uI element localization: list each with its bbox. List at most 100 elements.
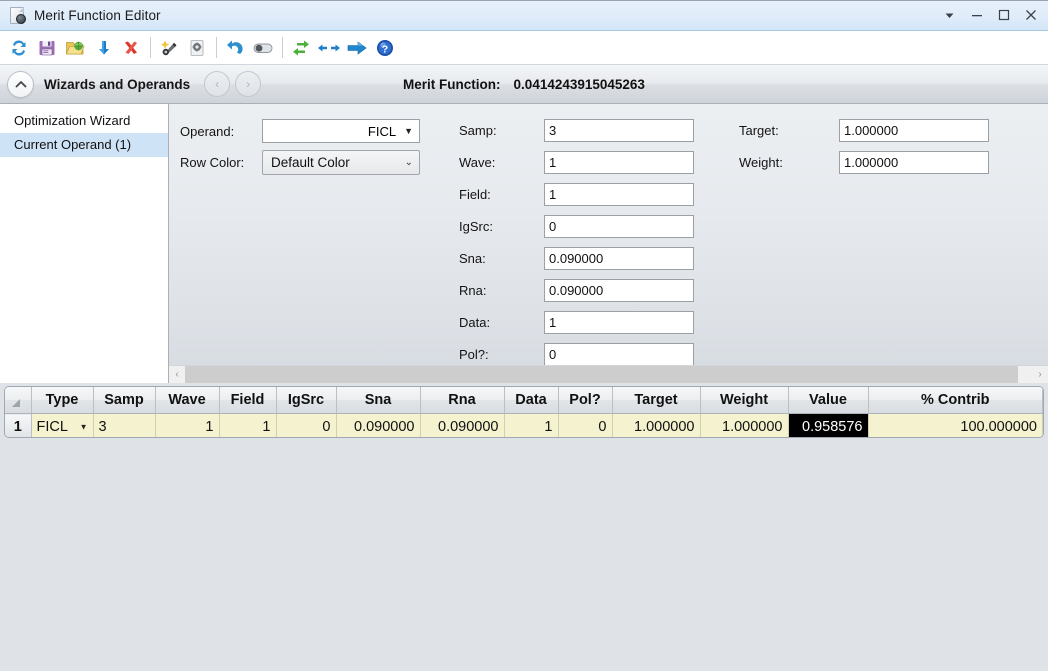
chevron-down-icon: ⌄ [404,157,413,168]
column-header-sna[interactable]: Sna [336,387,421,414]
wave-input[interactable] [544,151,694,174]
chevron-down-icon: ▼ [404,126,413,136]
cell-value-selected[interactable]: 0.958576 [788,413,869,437]
delete-row-icon[interactable] [118,35,144,61]
window-menu-dropdown-icon[interactable] [936,2,963,28]
rna-input[interactable] [544,279,694,302]
pol-row: Pol?: [459,343,694,366]
weight-label: Weight: [739,155,783,170]
data-input[interactable] [544,311,694,334]
toolbar-separator [216,37,217,58]
pol-input[interactable] [544,343,694,366]
svg-text:?: ? [382,43,388,55]
row-color-label: Row Color: [180,155,245,170]
sna-input[interactable] [544,247,694,270]
samp-input[interactable] [544,119,694,142]
cell-target[interactable]: 1.000000 [612,413,701,437]
column-header-type[interactable]: Type [31,387,94,414]
execute-arrow-icon[interactable] [344,35,370,61]
column-header-weight[interactable]: Weight [700,387,789,414]
data-label: Data: [459,315,491,330]
column-header-contrib[interactable]: % Contrib [868,387,1043,414]
close-button[interactable] [1017,2,1044,28]
target-input[interactable] [839,119,989,142]
cell-wave[interactable]: 1 [155,413,220,437]
refresh-update-icon[interactable] [6,35,32,61]
toggle-switch-icon[interactable] [250,35,276,61]
cell-sna[interactable]: 0.090000 [336,413,421,437]
target-row: Target: [739,119,989,142]
scrollbar-thumb[interactable] [185,366,1018,383]
scroll-right-arrow-icon[interactable]: › [1032,366,1048,383]
row-color-select[interactable]: Default Color ⌄ [262,150,420,175]
wave-row: Wave: [459,151,694,174]
maximize-button[interactable] [990,2,1017,28]
column-header-igsrc[interactable]: IgSrc [276,387,337,414]
igsrc-row: IgSrc: [459,215,694,238]
undo-icon[interactable] [222,35,248,61]
cell-data[interactable]: 1 [504,413,559,437]
column-header-data[interactable]: Data [504,387,559,414]
cell-field[interactable]: 1 [219,413,277,437]
sidebar-item-current-operand[interactable]: Current Operand (1) [0,133,168,157]
operand-grid: Type Samp Wave Field IgSrc Sna Rna Data … [4,386,1044,438]
sna-label: Sna: [459,251,486,266]
chevron-down-icon: ▼ [79,422,88,432]
operand-row: Operand: FICL ▼ [180,119,420,143]
cell-samp[interactable]: 3 [93,413,156,437]
column-header-wave[interactable]: Wave [155,387,220,414]
row-number[interactable]: 1 [5,413,32,437]
operand-combobox[interactable]: FICL ▼ [262,119,420,143]
column-header-rna[interactable]: Rna [420,387,505,414]
cell-rna[interactable]: 0.090000 [420,413,505,437]
swap-arrows-icon[interactable] [288,35,314,61]
cell-type-value: FICL [36,419,68,435]
nav-prev-button[interactable]: ‹ [204,71,231,97]
rna-label: Rna: [459,283,487,298]
column-header-pol[interactable]: Pol? [558,387,613,414]
wizards-operands-header: Wizards and Operands ‹ › Merit Function:… [0,65,1048,104]
section-nav-buttons: ‹ › [204,71,262,97]
operand-form-panel: Operand: FICL ▼ Row Color: Default Color… [169,104,1048,383]
grid-corner-selector[interactable] [5,387,32,414]
cell-pol[interactable]: 0 [558,413,613,437]
igsrc-input[interactable] [544,215,694,238]
cell-igsrc[interactable]: 0 [276,413,337,437]
toolbar-separator [150,37,151,58]
load-folder-icon[interactable] [62,35,88,61]
document-gear-icon [9,6,26,24]
nav-next-button[interactable]: › [235,71,262,97]
field-input[interactable] [544,183,694,206]
column-header-value[interactable]: Value [788,387,869,414]
collapse-arrows-icon[interactable] [316,35,342,61]
scrollbar-track[interactable] [185,366,1032,383]
help-icon[interactable]: ? [372,35,398,61]
window-footer [0,445,1048,671]
column-header-field[interactable]: Field [219,387,277,414]
data-row: Data: [459,311,694,334]
settings-gear-icon[interactable] [184,35,210,61]
editor-body: Optimization Wizard Current Operand (1) … [0,104,1048,383]
cell-weight[interactable]: 1.000000 [700,413,789,437]
chevron-up-icon[interactable] [7,70,34,98]
save-icon[interactable] [34,35,60,61]
horizontal-scrollbar[interactable]: ‹ › [169,365,1048,383]
samp-row: Samp: [459,119,694,142]
cell-contrib[interactable]: 100.000000 [868,413,1043,437]
merit-function-label: Merit Function: [403,76,501,92]
wizard-wand-icon[interactable] [156,35,182,61]
insert-row-icon[interactable] [90,35,116,61]
column-header-target[interactable]: Target [612,387,701,414]
operand-label: Operand: [180,123,235,139]
column-header-samp[interactable]: Samp [93,387,156,414]
minimize-button[interactable] [963,2,990,28]
table-row[interactable]: 1 FICL ▼ 3 1 1 0 0.090000 0.090000 1 0 1… [5,413,1043,437]
sidebar-item-optimization-wizard[interactable]: Optimization Wizard [0,109,168,133]
window-titlebar: Merit Function Editor [0,0,1048,31]
weight-input[interactable] [839,151,989,174]
operand-value: FICL [367,123,397,139]
scroll-left-arrow-icon[interactable]: ‹ [169,366,185,383]
cell-type[interactable]: FICL ▼ [31,413,94,437]
igsrc-label: IgSrc: [459,219,493,234]
wizard-sidebar: Optimization Wizard Current Operand (1) [0,104,169,383]
